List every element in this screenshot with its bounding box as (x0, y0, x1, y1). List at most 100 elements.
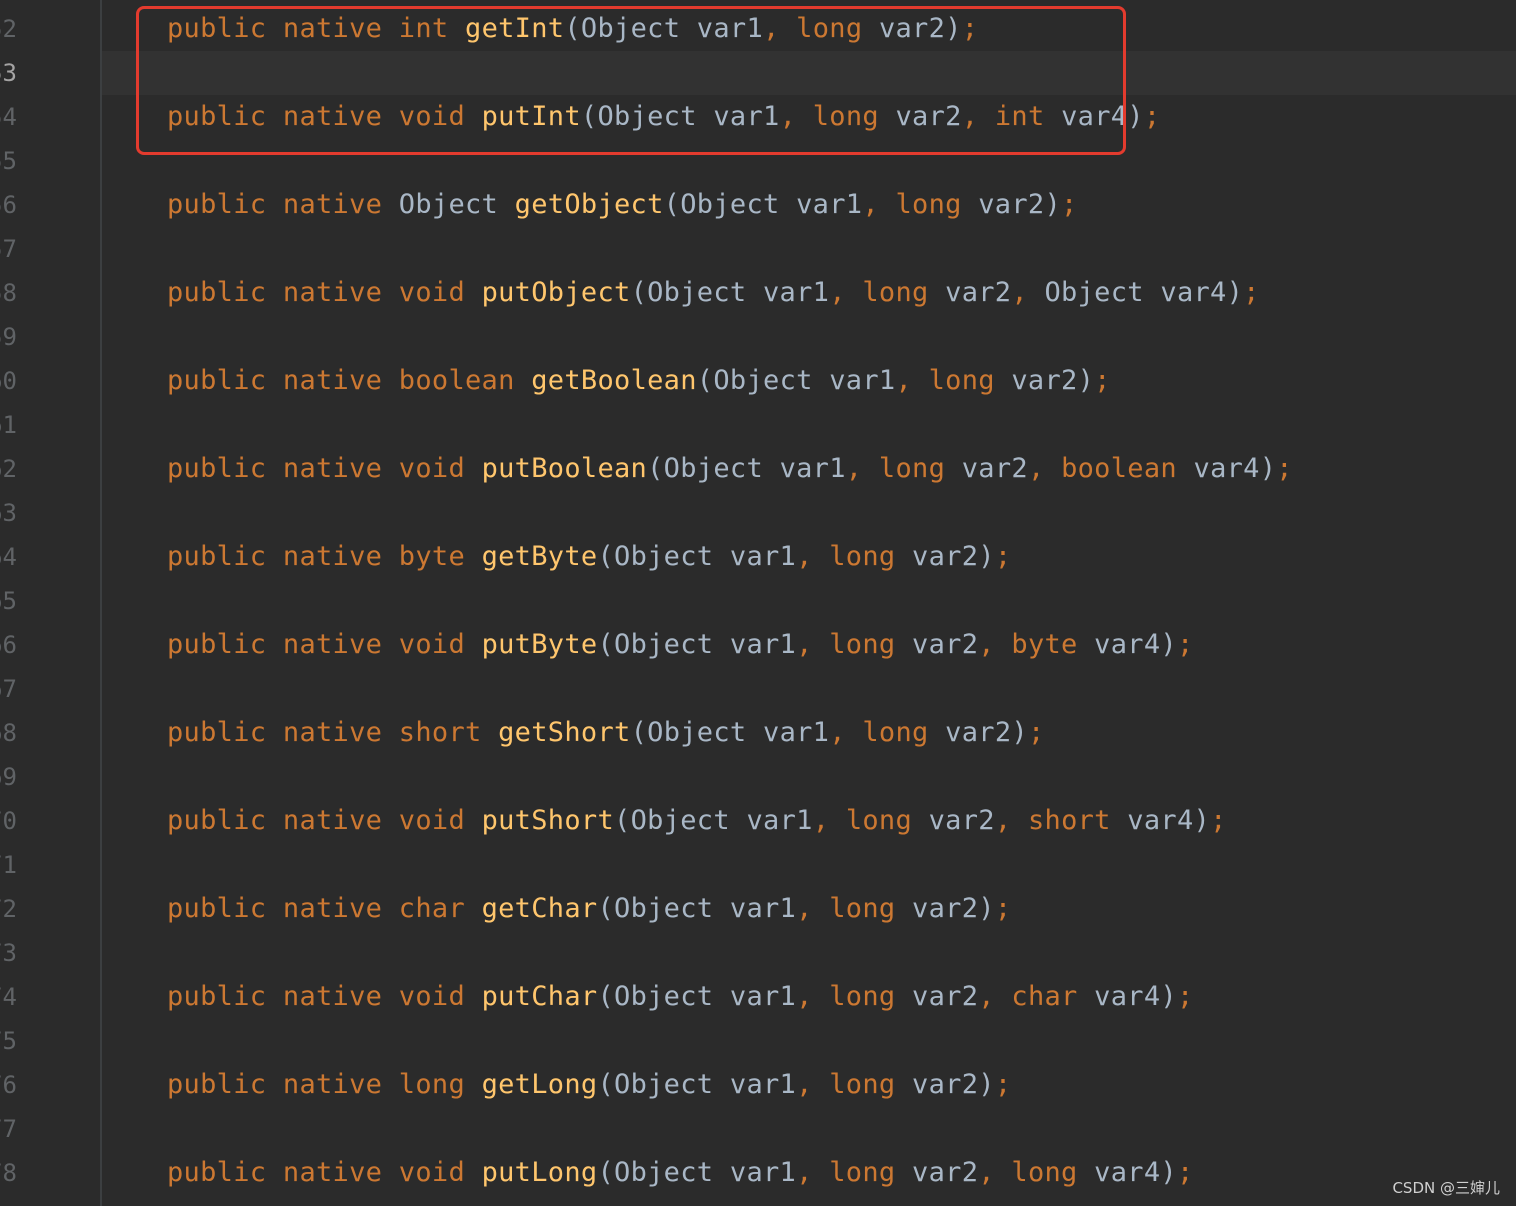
keyword-token: public (167, 629, 283, 660)
code-token: var4) (1094, 981, 1177, 1012)
keyword-token: ; (994, 893, 1012, 924)
keyword-token: void (398, 805, 482, 836)
code-line[interactable]: public native long getLong(Object var1, … (167, 1063, 1011, 1107)
keyword-token: short (398, 717, 499, 748)
keyword-token: ; (994, 541, 1012, 572)
keyword-token: long (829, 1069, 913, 1100)
line-number[interactable]: 52 (0, 7, 48, 51)
line-number[interactable]: 60 (0, 359, 48, 403)
line-number[interactable]: 62 (0, 447, 48, 491)
code-token: (Object var1 (597, 981, 797, 1012)
code-token: var2 (961, 453, 1028, 484)
code-line[interactable]: public native void putByte(Object var1, … (167, 623, 1194, 667)
keyword-token: native (282, 541, 399, 572)
code-token: var4) (1094, 1157, 1177, 1188)
keyword-token: long (829, 541, 913, 572)
line-number[interactable]: 74 (0, 975, 48, 1019)
keyword-token: , (829, 717, 863, 748)
keyword-token: native (282, 893, 399, 924)
keyword-token: void (398, 629, 482, 660)
code-token: var2 (945, 277, 1012, 308)
code-token: Object var4) (1044, 277, 1244, 308)
line-number[interactable]: 69 (0, 755, 48, 799)
code-line[interactable]: public native void putObject(Object var1… (167, 271, 1260, 315)
line-number[interactable]: 70 (0, 799, 48, 843)
line-number[interactable]: 68 (0, 711, 48, 755)
line-number[interactable]: 54 (0, 95, 48, 139)
keyword-token: long (829, 629, 913, 660)
code-line[interactable]: public native boolean getBoolean(Object … (167, 359, 1111, 403)
keyword-token: void (398, 453, 482, 484)
code-line[interactable]: public native void putChar(Object var1, … (167, 975, 1194, 1019)
line-number[interactable]: 58 (0, 271, 48, 315)
line-number[interactable]: 65 (0, 579, 48, 623)
keyword-token: native (282, 717, 399, 748)
keyword-token: void (398, 981, 482, 1012)
method-name: getBoolean (531, 365, 697, 396)
line-number[interactable]: 67 (0, 667, 48, 711)
code-line[interactable]: public native short getShort(Object var1… (167, 711, 1045, 755)
keyword-token: , (994, 805, 1028, 836)
method-name: getObject (514, 189, 664, 220)
keyword-token: native (282, 189, 399, 220)
code-editor[interactable]: 5253545556575859606162636465666768697071… (0, 0, 1516, 1206)
keyword-token: , (1027, 453, 1062, 484)
line-number[interactable]: 72 (0, 887, 48, 931)
line-number[interactable]: 66 (0, 623, 48, 667)
keyword-token: ; (1176, 1157, 1194, 1188)
line-number[interactable]: 77 (0, 1107, 48, 1151)
line-number[interactable]: 59 (0, 315, 48, 359)
keyword-token: ; (1176, 629, 1194, 660)
code-line[interactable]: public native byte getByte(Object var1, … (167, 535, 1011, 579)
keyword-token: , (978, 981, 1012, 1012)
code-token: var2) (1011, 365, 1095, 396)
code-token: var4) (1094, 629, 1177, 660)
code-token: var2 (912, 981, 979, 1012)
line-number[interactable]: 64 (0, 535, 48, 579)
line-number[interactable]: 75 (0, 1019, 48, 1063)
method-name: putBoolean (481, 453, 648, 484)
keyword-token: , (862, 189, 896, 220)
method-name: getByte (481, 541, 598, 572)
line-number[interactable]: 63 (0, 491, 48, 535)
keyword-token: public (167, 277, 283, 308)
code-token: (Object var1 (597, 541, 797, 572)
line-number[interactable]: 71 (0, 843, 48, 887)
code-line[interactable]: public native char getChar(Object var1, … (167, 887, 1011, 931)
keyword-token: , (812, 805, 846, 836)
watermark: CSDN @三婶儿 (1392, 1179, 1500, 1197)
line-number-gutter[interactable]: 5253545556575859606162636465666768697071… (0, 0, 102, 1206)
keyword-token: void (398, 1157, 482, 1188)
keyword-token: long (862, 717, 946, 748)
code-line[interactable]: public native void putShort(Object var1,… (167, 799, 1227, 843)
keyword-token: , (829, 277, 863, 308)
method-name: putShort (481, 805, 615, 836)
method-name: putByte (481, 629, 598, 660)
line-number[interactable]: 78 (0, 1151, 48, 1195)
keyword-token: , (845, 453, 879, 484)
line-number[interactable]: 61 (0, 403, 48, 447)
line-number[interactable]: 53 (0, 51, 48, 95)
keyword-token: long (862, 277, 946, 308)
code-line[interactable]: public native Object getObject(Object va… (167, 183, 1078, 227)
keyword-token: native (282, 453, 399, 484)
keyword-token: byte (1011, 629, 1095, 660)
line-number[interactable]: 56 (0, 183, 48, 227)
line-number[interactable]: 55 (0, 139, 48, 183)
keyword-token: , (796, 893, 830, 924)
line-number[interactable]: 76 (0, 1063, 48, 1107)
keyword-token: ; (1210, 805, 1227, 836)
keyword-token: public (167, 805, 283, 836)
code-area[interactable] (102, 0, 1516, 1206)
keyword-token: , (978, 629, 1012, 660)
code-token: (Object var1 (597, 1157, 797, 1188)
code-line[interactable]: public native void putLong(Object var1, … (167, 1151, 1194, 1195)
code-token: var2) (978, 189, 1062, 220)
keyword-token: void (398, 277, 482, 308)
code-line[interactable]: public native void putBoolean(Object var… (167, 447, 1293, 491)
keyword-token: long (1011, 1157, 1095, 1188)
line-number[interactable]: 57 (0, 227, 48, 271)
line-number[interactable]: 73 (0, 931, 48, 975)
code-token: (Object var1 (597, 629, 797, 660)
code-token: var2) (912, 1069, 995, 1100)
